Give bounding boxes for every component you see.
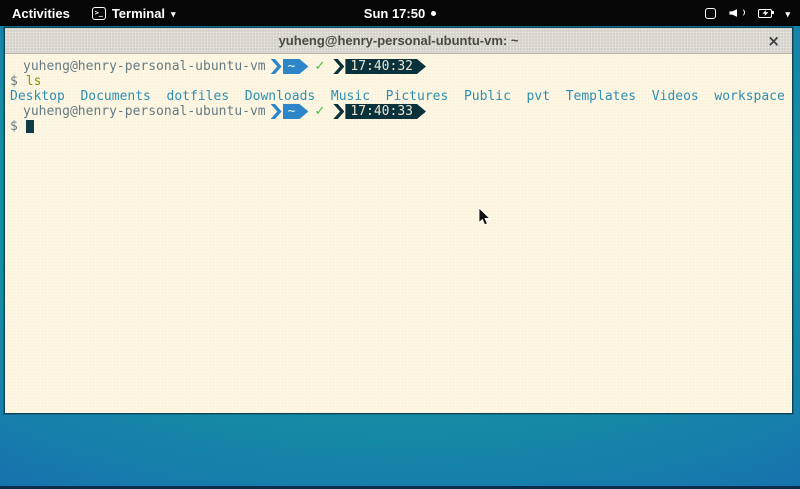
activities-label: Activities bbox=[12, 6, 70, 21]
prompt-line-2: yuheng@henry-personal-ubuntu-vm ~ ✓ 17:4… bbox=[10, 104, 787, 119]
terminal-window: yuheng@henry-personal-ubuntu-vm: ~ × yuh… bbox=[4, 27, 793, 414]
clock-button[interactable]: Sun 17:50 bbox=[364, 6, 436, 21]
top-bar-left: Activities >_ Terminal ▾ bbox=[0, 0, 186, 26]
window-title: yuheng@henry-personal-ubuntu-vm: ~ bbox=[279, 33, 519, 48]
app-menu-terminal[interactable]: >_ Terminal ▾ bbox=[82, 0, 186, 26]
prompt-path-segment: ~ bbox=[283, 104, 309, 119]
volume-icon bbox=[729, 7, 745, 19]
check-icon: ✓ bbox=[314, 59, 325, 74]
prompt-user: yuheng@henry-personal-ubuntu-vm bbox=[10, 104, 266, 119]
window-titlebar[interactable]: yuheng@henry-personal-ubuntu-vm: ~ × bbox=[5, 28, 792, 54]
app-menu-label: Terminal bbox=[112, 6, 165, 21]
powerline-chevron-icon bbox=[271, 59, 282, 74]
command-line: $ ls bbox=[10, 74, 787, 89]
notification-dot-icon bbox=[431, 11, 436, 16]
prompt-path-segment: ~ bbox=[283, 59, 309, 74]
terminal-cursor bbox=[26, 120, 34, 133]
prompt-line-1: yuheng@henry-personal-ubuntu-vm ~ ✓ 17:4… bbox=[10, 59, 787, 74]
close-icon[interactable]: × bbox=[767, 28, 780, 53]
directory-list: Desktop Documents dotfiles Downloads Mus… bbox=[10, 89, 785, 104]
prompt-symbol: $ bbox=[10, 74, 18, 89]
check-icon: ✓ bbox=[314, 104, 325, 119]
prompt-time-segment: 17:40:32 bbox=[345, 59, 426, 74]
prompt-user: yuheng@henry-personal-ubuntu-vm bbox=[10, 59, 266, 74]
input-line: $ bbox=[10, 119, 787, 134]
top-bar: Activities >_ Terminal ▾ Sun 17:50 ▾ bbox=[0, 0, 800, 26]
powerline-chevron-icon bbox=[271, 104, 282, 119]
command-text: ls bbox=[26, 74, 42, 89]
prompt-time-segment: 17:40:33 bbox=[345, 104, 426, 119]
chevron-down-icon: ▾ bbox=[785, 10, 790, 19]
terminal-content[interactable]: yuheng@henry-personal-ubuntu-vm ~ ✓ 17:4… bbox=[5, 54, 792, 413]
terminal-app-icon: >_ bbox=[92, 7, 106, 20]
ls-output-line: Desktop Documents dotfiles Downloads Mus… bbox=[10, 89, 787, 104]
system-menu[interactable]: ▾ bbox=[695, 0, 800, 26]
clock-label: Sun 17:50 bbox=[364, 6, 425, 21]
powerline-chevron-icon bbox=[333, 104, 344, 119]
chevron-down-icon: ▾ bbox=[171, 10, 176, 19]
display-icon bbox=[705, 8, 716, 19]
prompt-symbol: $ bbox=[10, 119, 18, 134]
powerline-chevron-icon bbox=[333, 59, 344, 74]
activities-button[interactable]: Activities bbox=[0, 0, 82, 26]
battery-charging-icon bbox=[758, 9, 772, 18]
